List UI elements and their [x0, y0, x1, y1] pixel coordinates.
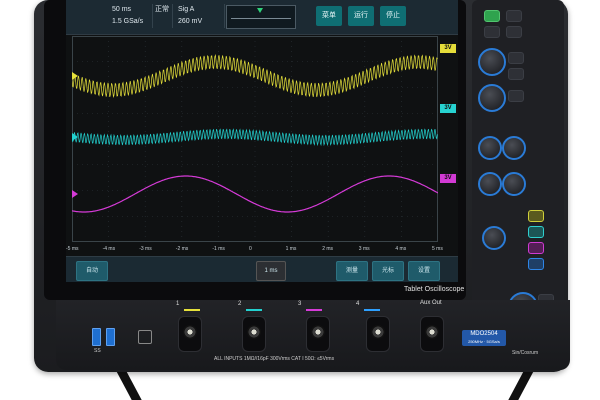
timebase-button[interactable]: 1 ms [256, 261, 286, 281]
menu-key-c[interactable] [508, 90, 524, 102]
time-axis-tick: -3 ms [139, 246, 152, 252]
auto-button[interactable]: 自动 [76, 261, 108, 281]
timebase-value: 50 ms [112, 6, 132, 13]
acquire-mode: 正常 [155, 6, 169, 13]
aux-out-bnc[interactable] [420, 316, 444, 352]
menu-button[interactable]: 菜单 [316, 6, 342, 26]
channel-marker-3 [72, 190, 78, 198]
vertical-position-knob-1[interactable] [478, 172, 502, 196]
channel-2-color-line [246, 309, 262, 311]
time-axis-tick: 0 [249, 246, 252, 252]
trigger-marker-icon [257, 8, 263, 13]
bnc-connector-icon [247, 325, 261, 339]
usb-label: SS [94, 348, 101, 354]
model-badge: MDO2504 250MHz · 5GSa/s [462, 330, 506, 346]
vertical-position-knob-2[interactable] [482, 226, 506, 250]
ch2-key[interactable] [528, 226, 544, 238]
menu-key-a[interactable] [508, 52, 524, 64]
channel-3-label: 3 [298, 301, 302, 307]
timebase-readout[interactable]: 50 ms 1.5 GSa/s [108, 4, 153, 28]
vertical-scale-knob-1[interactable] [502, 136, 526, 160]
model-name: MDO2504 [470, 331, 498, 337]
trigger-source: Sig A [178, 6, 195, 13]
settings-button[interactable]: 设置 [408, 261, 440, 281]
time-axis-tick: 2 ms [322, 246, 334, 252]
bnc-connector-icon [183, 325, 197, 339]
channel-3-color-line [306, 309, 322, 311]
trigger-level-knob[interactable] [478, 136, 502, 160]
channel-4-color-line [364, 309, 380, 311]
brand-mark: Sin/Cosrum [512, 350, 539, 356]
trigger-position-box[interactable] [226, 5, 296, 29]
channel-1-color-line [184, 309, 200, 311]
time-axis: -5 ms -4 ms -3 ms -2 ms -1 ms 0 1 ms 2 ms 3 ms 4 … [66, 244, 458, 256]
oscilloscope-photo: 50 ms 1.5 GSa/s 正常 Sig A 260 mV 菜单 运行 停止… [0, 0, 600, 400]
trigger-readout[interactable]: Sig A 260 mV [174, 4, 225, 28]
time-axis-tick: -4 ms [102, 246, 116, 252]
bnc-input-3[interactable] [306, 316, 330, 352]
samplerate-value: 1.5 GSa/s [112, 18, 144, 25]
channel-tag-2[interactable]: 3V [440, 104, 456, 113]
time-axis-tick: -1 ms [212, 246, 225, 252]
channel-4-label: 4 [356, 301, 360, 307]
auto-key[interactable] [506, 26, 522, 38]
channel-marker-1 [72, 72, 78, 80]
cursor-button[interactable]: 光标 [372, 261, 404, 281]
menu-key-b[interactable] [508, 68, 524, 80]
time-axis-tick: 4 ms [395, 246, 407, 252]
model-spec: 250MHz · 5GSa/s [468, 339, 500, 344]
mode-readout[interactable]: 正常 [152, 4, 173, 28]
time-axis-tick: 5 ms [432, 246, 443, 252]
single-key[interactable] [506, 10, 522, 22]
time-axis-tick: 3 ms [358, 246, 370, 252]
probe-comp-icon [138, 330, 152, 344]
ch1-key[interactable] [528, 210, 544, 222]
display-screen: 50 ms 1.5 GSa/s 正常 Sig A 260 mV 菜单 运行 停止… [66, 0, 458, 282]
measure-button[interactable]: 测量 [336, 261, 368, 281]
time-axis-tick: -5 ms [66, 246, 79, 252]
run-stop-key[interactable] [484, 10, 500, 22]
channel-tag-1[interactable]: 3V [440, 44, 456, 53]
horizontal-scale-knob[interactable] [478, 84, 506, 112]
bnc-input-2[interactable] [242, 316, 266, 352]
time-axis-tick: -2 ms [175, 246, 189, 252]
usb-port-1[interactable] [92, 328, 101, 346]
trigger-level: 260 mV [178, 18, 203, 25]
trigger-marker-line [231, 18, 291, 19]
bnc-input-4[interactable] [366, 316, 390, 352]
ch3-key[interactable] [528, 242, 544, 254]
run-button[interactable]: 运行 [348, 6, 374, 26]
bnc-input-1[interactable] [178, 316, 202, 352]
stop-button[interactable]: 停止 [380, 6, 406, 26]
channel-2-label: 2 [238, 301, 242, 307]
usb-port-2[interactable] [106, 328, 115, 346]
tablet-label: Tablet Oscilloscope [404, 286, 465, 293]
inputs-rating-note: ALL INPUTS 1MΩ//16pF 300Vrms CAT I 50Ω: … [214, 356, 335, 362]
channel-1-label: 1 [176, 301, 180, 307]
camera-key[interactable] [484, 26, 500, 38]
ch4-key[interactable] [528, 258, 544, 270]
time-axis-tick: 1 ms [285, 246, 297, 252]
bnc-connector-icon [311, 325, 325, 339]
vertical-scale-knob-2[interactable] [502, 172, 526, 196]
waveform-grid[interactable] [72, 36, 438, 242]
display-bottombar: 自动 1 ms 测量 光标 设置 [66, 256, 458, 282]
channel-tag-3[interactable]: 3V [440, 174, 456, 183]
aux-out-label: Aux Out [420, 300, 442, 306]
bnc-connector-icon [371, 325, 385, 339]
display-topbar: 50 ms 1.5 GSa/s 正常 Sig A 260 mV 菜单 运行 停止 [66, 0, 458, 35]
horizontal-position-knob[interactable] [478, 48, 506, 76]
bnc-connector-icon [425, 325, 439, 339]
